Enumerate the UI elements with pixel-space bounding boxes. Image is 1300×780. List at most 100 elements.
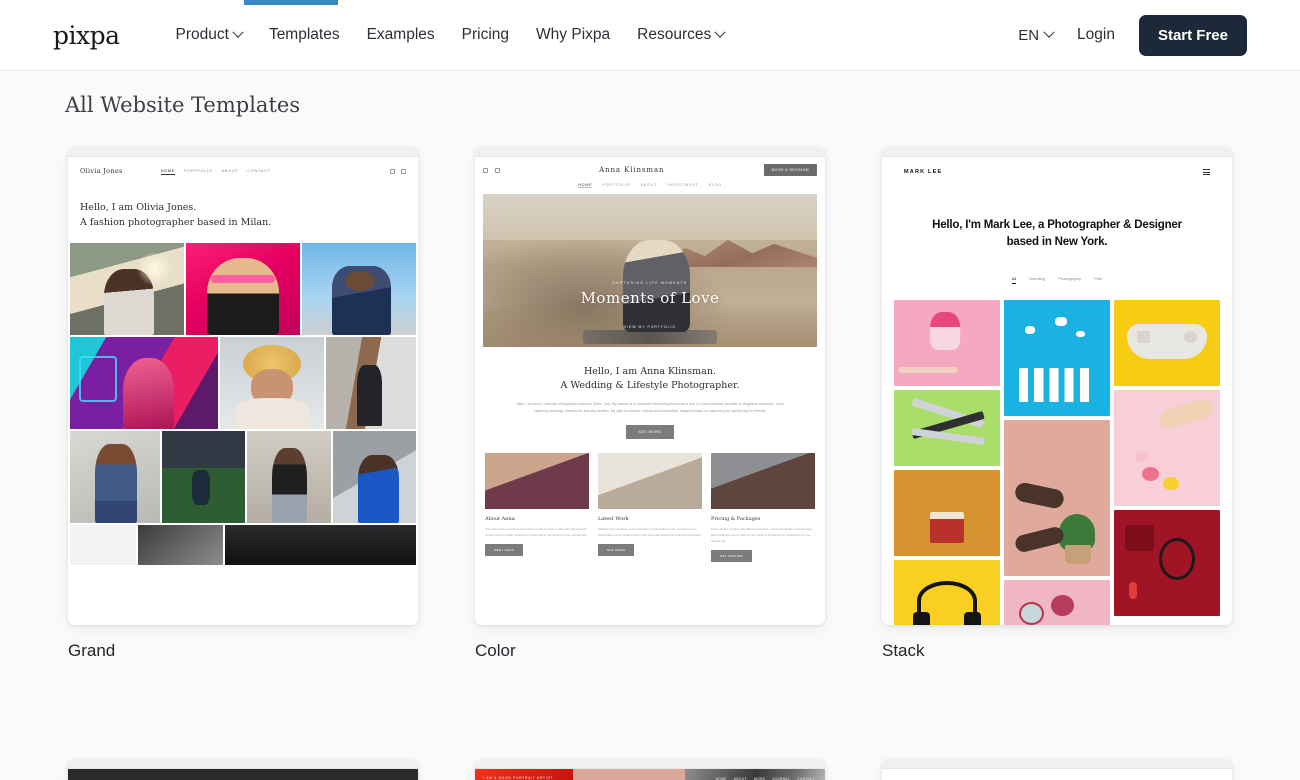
template-preview-robert-lean[interactable]: Robert Lean Home Work About Contact f ◉ bbox=[68, 759, 418, 780]
nav-item-templates[interactable]: Templates bbox=[269, 26, 340, 44]
stack-photo-grid bbox=[894, 300, 1220, 625]
hero-title: Moments of Love bbox=[580, 288, 720, 307]
nav-label-product: Product bbox=[175, 26, 229, 43]
template-card-robert-lean[interactable]: Robert Lean Home Work About Contact f ◉ bbox=[68, 759, 418, 780]
stack-filter-print: Print bbox=[1093, 276, 1103, 282]
stack-preview-body: MARK LEE Hello, I'm Mark Lee, a Photogra… bbox=[882, 157, 1232, 625]
grand-nav-portfolio: PORTFOLIO bbox=[184, 167, 213, 173]
grand-headline: Hello, I am Olivia Jones. A fashion phot… bbox=[80, 201, 418, 230]
grand-headline-line2: A fashion photographer based in Milan. bbox=[80, 216, 272, 228]
color-col-about: About Anna Say what makes you the best a… bbox=[485, 453, 589, 562]
color-nav-about: ABOUT bbox=[640, 183, 658, 187]
stack-headline: Hello, I'm Mark Lee, a Photographer & De… bbox=[932, 219, 1182, 248]
color-nav-blog: BLOG bbox=[708, 183, 722, 187]
stack-mini-header: MARK LEE bbox=[882, 157, 1232, 187]
template-preview-larry-torres[interactable]: LARRY TORRES Home Gallery Blog About Con… bbox=[882, 759, 1232, 780]
section-thumb bbox=[485, 453, 589, 510]
site-header: pixpa Product Templates Examples Pricing… bbox=[0, 0, 1300, 71]
template-name-color: Color bbox=[475, 641, 516, 660]
browser-chrome-bar bbox=[475, 147, 825, 157]
photo-tile bbox=[1004, 300, 1110, 417]
stack-filter-all: All bbox=[1011, 276, 1017, 285]
photo-tile bbox=[894, 390, 1000, 467]
photo-tile bbox=[70, 525, 136, 566]
template-card-larry-torres[interactable]: LARRY TORRES Home Gallery Blog About Con… bbox=[882, 759, 1232, 780]
col-body: Whether it's a wedding or an elopement, … bbox=[598, 527, 702, 538]
photo-tile bbox=[326, 337, 416, 430]
photo-tile bbox=[225, 525, 416, 566]
col-body: Every detail in a place and different in… bbox=[711, 527, 813, 544]
template-preview-portrait[interactable]: I AM A GOOD PORTRAIT ARTIST HOME ABOUT W… bbox=[475, 759, 825, 780]
nav-item-resources[interactable]: Resources bbox=[637, 26, 726, 44]
color-nav-portfolio: PORTFOLIO bbox=[602, 183, 631, 187]
template-name-grand: Grand bbox=[68, 641, 116, 660]
hero-kicker: CAPTURING LIFE MOMENTS bbox=[612, 281, 688, 286]
color-three-columns: About Anna Say what makes you the best a… bbox=[475, 439, 825, 563]
nav-item-examples[interactable]: Examples bbox=[367, 26, 435, 44]
template-card-color[interactable]: Anna Klinsman BOOK A SESSION HOME PORTFO… bbox=[475, 147, 825, 661]
main-navigation: Product Templates Examples Pricing Why P… bbox=[175, 26, 726, 44]
browser-chrome-bar bbox=[68, 147, 418, 157]
page-title: All Website Templates bbox=[65, 93, 301, 117]
browser-chrome-bar bbox=[882, 147, 1232, 157]
template-preview-stack[interactable]: MARK LEE Hello, I'm Mark Lee, a Photogra… bbox=[882, 147, 1232, 625]
grand-logo: Olivia Jones bbox=[80, 167, 123, 175]
nav-item-pricing[interactable]: Pricing bbox=[462, 26, 509, 44]
color-preview-body: Anna Klinsman BOOK A SESSION HOME PORTFO… bbox=[475, 157, 825, 625]
login-link[interactable]: Login bbox=[1077, 26, 1115, 44]
language-selector[interactable]: EN bbox=[1018, 26, 1055, 44]
robert-lean-header: Robert Lean Home Work About Contact f ◉ bbox=[68, 769, 418, 780]
chevron-down-icon bbox=[1043, 26, 1055, 38]
photo-tile bbox=[70, 431, 160, 524]
cart-icon bbox=[390, 168, 395, 174]
header-actions: EN Login Start Free bbox=[1018, 14, 1247, 56]
portrait-bw-panel: HOME ABOUT WORK JOURNAL CONTACT bbox=[685, 769, 825, 780]
photo-tile bbox=[247, 431, 331, 524]
section-thumb bbox=[711, 453, 815, 510]
grand-nav-home: HOME bbox=[160, 167, 176, 175]
grand-photo-row-2 bbox=[68, 337, 418, 430]
larry-torres-body: LARRY TORRES Home Gallery Blog About Con… bbox=[882, 769, 1232, 780]
robert-lean-body: Robert Lean Home Work About Contact f ◉ bbox=[68, 769, 418, 780]
photo-tile bbox=[220, 337, 325, 430]
start-free-button[interactable]: Start Free bbox=[1138, 14, 1247, 56]
color-hero-image: CAPTURING LIFE MOMENTS Moments of Love V… bbox=[483, 194, 817, 347]
template-card-grand[interactable]: Olivia Jones HOME PORTFOLIO ABOUT CONTAC… bbox=[68, 147, 418, 661]
color-nav-investment: INVESTMENT bbox=[667, 183, 699, 187]
color-mini-header: Anna Klinsman BOOK A SESSION bbox=[475, 157, 825, 183]
color-col-pricing: Pricing & Packages Every detail in a pla… bbox=[711, 453, 815, 563]
nav-item-product[interactable]: Product bbox=[175, 26, 244, 44]
book-session-button: BOOK A SESSION bbox=[763, 164, 817, 176]
grand-nav-about: ABOUT bbox=[221, 167, 239, 173]
photo-tile bbox=[162, 431, 246, 524]
portrait-red-panel: I AM A GOOD PORTRAIT ARTIST bbox=[475, 769, 573, 780]
color-logo: Anna Klinsman bbox=[599, 166, 665, 174]
col-body: Say what makes you the best at what you … bbox=[485, 527, 587, 538]
color-col-work: Latest Work Whether it's a wedding or an… bbox=[598, 453, 702, 562]
photo-tile bbox=[70, 243, 184, 336]
cart-icon bbox=[483, 167, 488, 173]
col-title: Latest Work bbox=[598, 516, 629, 523]
col-button: GET PRICING bbox=[711, 550, 753, 563]
template-preview-grand[interactable]: Olivia Jones HOME PORTFOLIO ABOUT CONTAC… bbox=[68, 147, 418, 625]
hero-cta: VIEW MY PORTFOLIO bbox=[623, 324, 677, 329]
grand-photo-row-4 bbox=[68, 525, 418, 566]
share-icon bbox=[495, 167, 500, 173]
nav-item-why-pixpa[interactable]: Why Pixpa bbox=[536, 26, 610, 44]
color-mini-nav: HOME PORTFOLIO ABOUT INVESTMENT BLOG bbox=[475, 183, 825, 194]
hamburger-menu-icon bbox=[1203, 168, 1210, 176]
color-about-line1: Hello, I am Anna Klinsman. bbox=[584, 366, 716, 377]
grand-mini-header: Olivia Jones HOME PORTFOLIO ABOUT CONTAC… bbox=[68, 157, 418, 185]
portrait-photo-panel bbox=[573, 769, 685, 780]
larry-torres-header: LARRY TORRES Home Gallery Blog About Con… bbox=[882, 769, 1232, 780]
pixpa-logo[interactable]: pixpa bbox=[53, 23, 120, 48]
template-card-stack[interactable]: MARK LEE Hello, I'm Mark Lee, a Photogra… bbox=[882, 147, 1232, 661]
stack-filter-tabs: All Branding Photography Print bbox=[882, 276, 1232, 285]
photo-tile bbox=[1114, 390, 1220, 507]
col-button: SEE MORE bbox=[598, 544, 635, 557]
template-preview-color[interactable]: Anna Klinsman BOOK A SESSION HOME PORTFO… bbox=[475, 147, 825, 625]
photo-tile bbox=[894, 300, 1000, 387]
page-content: All Website Templates Olivia Jones HOME … bbox=[0, 93, 1300, 780]
template-name-stack: Stack bbox=[882, 641, 925, 660]
template-card-portrait[interactable]: I AM A GOOD PORTRAIT ARTIST HOME ABOUT W… bbox=[475, 759, 825, 780]
